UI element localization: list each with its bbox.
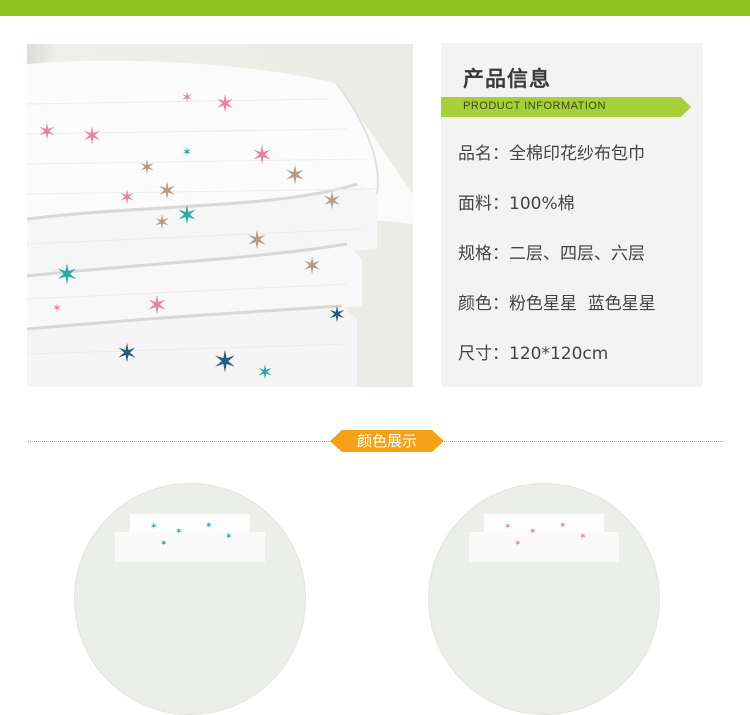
spec-dimensions: 尺寸：120*120cm [458, 339, 608, 364]
svg-text:✶: ✶ [119, 185, 136, 209]
svg-text:✶: ✶ [514, 539, 522, 549]
svg-text:✶: ✶ [215, 90, 235, 118]
svg-text:✶: ✶ [154, 210, 171, 234]
info-title: 产品信息 [463, 67, 551, 91]
svg-text:✶: ✶ [150, 522, 158, 532]
svg-text:✶: ✶ [146, 291, 168, 321]
svg-text:✶: ✶ [82, 122, 102, 150]
section-tag-right-arrow [432, 430, 444, 452]
divider-left [28, 441, 331, 442]
spec-label: 面料： [458, 194, 509, 214]
spec-value: 100%棉 [509, 194, 575, 214]
svg-text:✶: ✶ [529, 527, 537, 537]
svg-text:✶: ✶ [251, 141, 273, 171]
svg-text:✶: ✶ [55, 258, 78, 291]
spec-value: 二层、四层、六层 [509, 244, 645, 264]
spec-value: 粉色星星 蓝色星星 [509, 294, 656, 314]
spec-color: 颜色：粉色星星 蓝色星星 [458, 289, 656, 314]
svg-text:✶: ✶ [328, 303, 346, 328]
svg-text:✶: ✶ [284, 161, 306, 191]
svg-text:✶: ✶ [181, 90, 193, 106]
svg-text:✶: ✶ [157, 177, 177, 205]
spec-value: 全棉印花纱布包巾 [509, 144, 645, 164]
svg-text:✶: ✶ [160, 539, 168, 549]
spec-label: 尺寸： [458, 344, 509, 364]
svg-text:✶: ✶ [176, 201, 198, 231]
svg-text:✶: ✶ [205, 521, 213, 531]
spec-size-options: 规格：二层、四层、六层 [458, 239, 645, 264]
svg-text:✶: ✶ [38, 120, 56, 145]
svg-text:✶: ✶ [257, 360, 274, 384]
svg-text:✶: ✶ [52, 301, 62, 315]
svg-text:✶: ✶ [246, 226, 268, 256]
section-title-color-display: 颜色展示 [342, 430, 432, 452]
svg-text:✶: ✶ [504, 522, 512, 532]
spec-fabric: 面料：100%棉 [458, 189, 575, 214]
spec-name: 品名：全棉印花纱布包巾 [458, 139, 645, 164]
svg-text:✶: ✶ [175, 527, 183, 537]
spec-label: 规格： [458, 244, 509, 264]
swatch-blue-stars: ✶ ✶ ✶ ✶ ✶ [74, 483, 306, 715]
section-tag-left-arrow [330, 430, 342, 452]
product-photo: ✶ ✶ ✶ ✶ ✶ ✶ ✶ ✶ ✶ ✶ ✶ ✶ ✶ ✶ ✶ ✶ ✶ ✶ ✶ ✶ … [27, 44, 413, 387]
info-subtitle: PRODUCT INFORMATION [463, 100, 606, 112]
divider-right [444, 441, 723, 442]
product-info-card: 产品信息 PRODUCT INFORMATION 品名：全棉印花纱布包巾 面料：… [441, 43, 703, 387]
svg-text:✶: ✶ [139, 155, 156, 179]
svg-text:✶: ✶ [322, 187, 342, 215]
svg-text:✶: ✶ [212, 345, 237, 380]
spec-label: 颜色： [458, 294, 509, 314]
spec-value: 120*120cm [509, 344, 609, 364]
svg-text:✶: ✶ [116, 339, 138, 369]
svg-text:✶: ✶ [579, 532, 587, 542]
top-accent-bar [0, 0, 750, 16]
swatch-pink-stars: ✶ ✶ ✶ ✶ ✶ [428, 483, 660, 715]
svg-text:✶: ✶ [302, 252, 322, 280]
svg-text:✶: ✶ [182, 145, 192, 159]
spec-label: 品名： [458, 144, 509, 164]
info-ribbon-tail [681, 97, 691, 117]
svg-text:✶: ✶ [225, 532, 233, 542]
svg-text:✶: ✶ [559, 521, 567, 531]
